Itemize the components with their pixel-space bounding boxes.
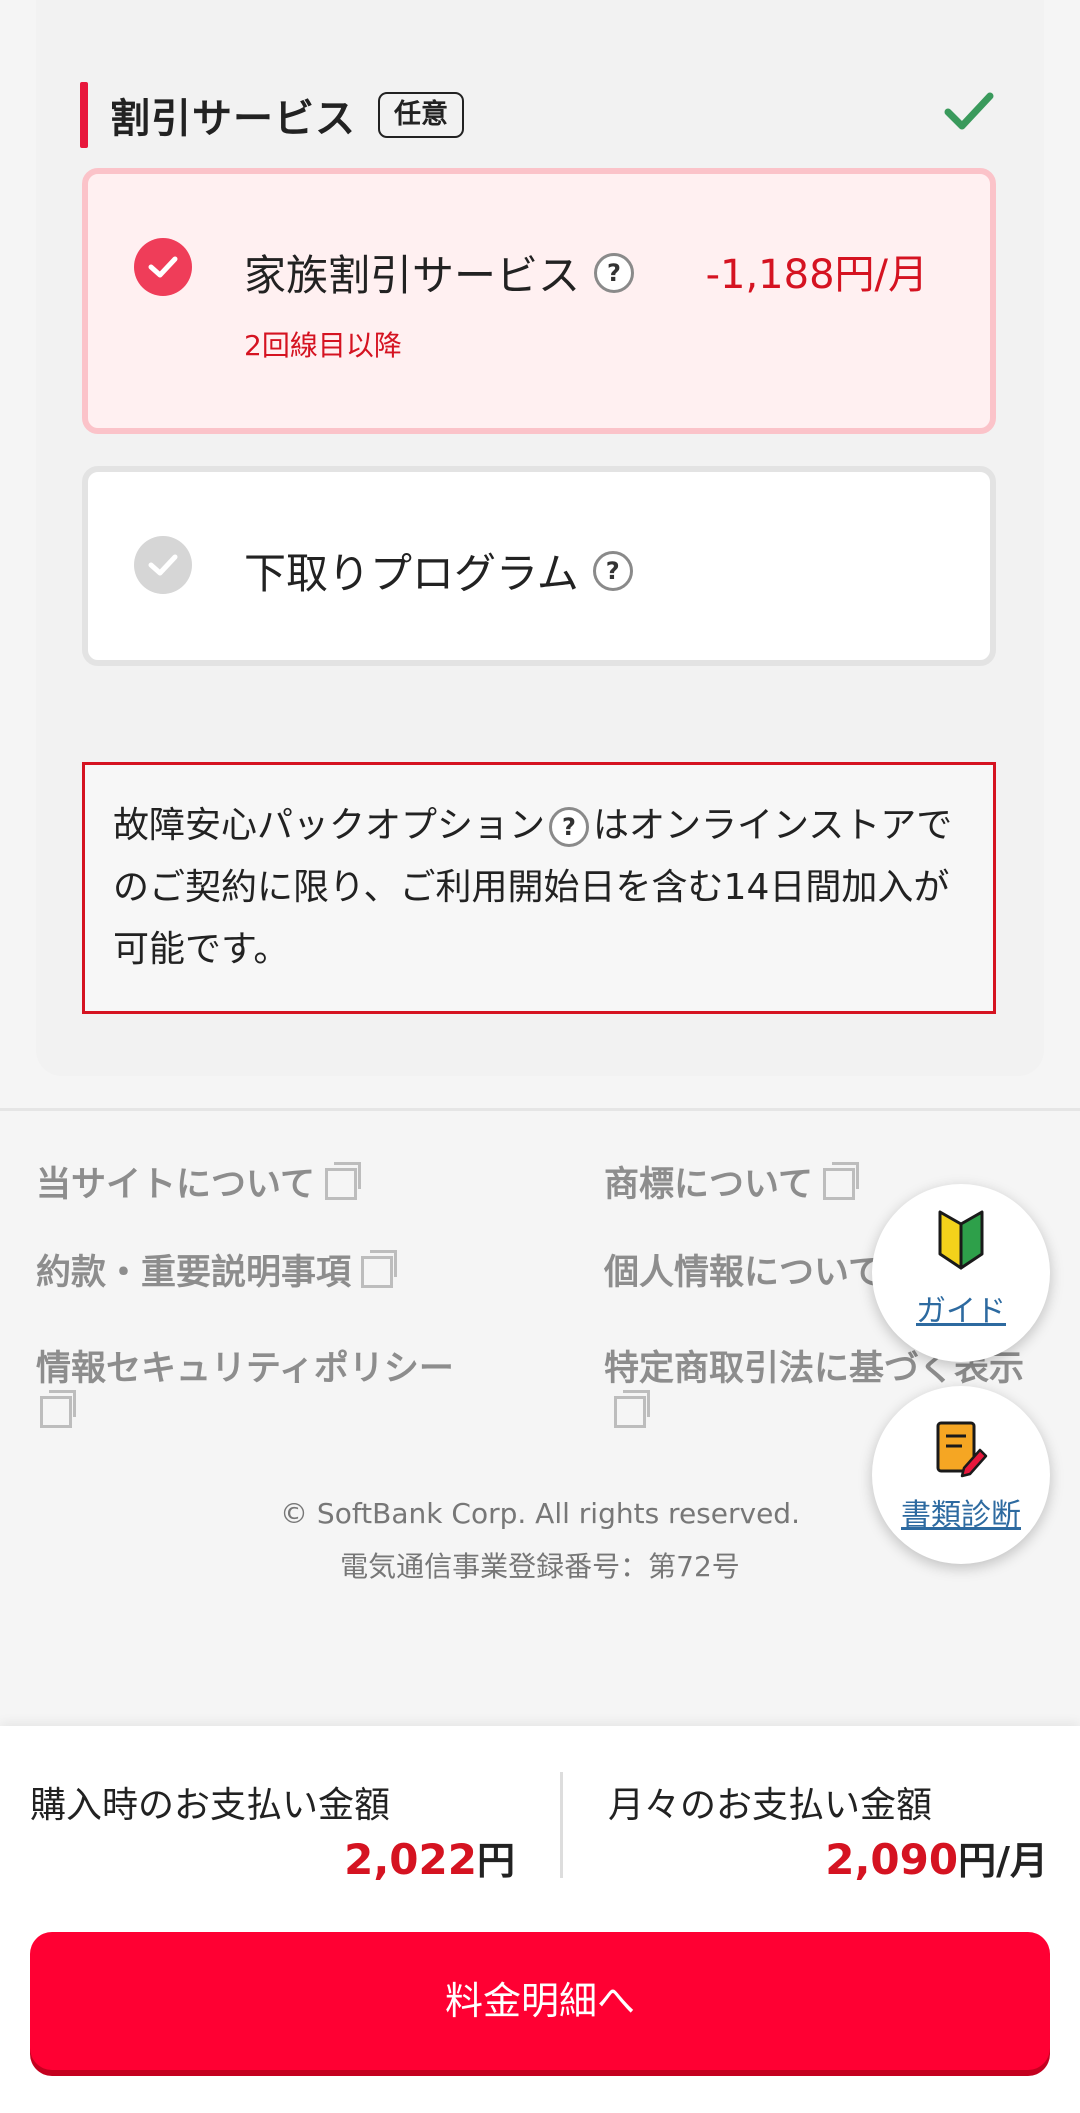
help-icon[interactable]: ?	[549, 807, 590, 847]
option-label: 下取りプログラム ?	[244, 540, 633, 601]
option-label: 家族割引サービス ?	[244, 242, 635, 303]
purchase-payment-label: 購入時のお支払い金額	[30, 1785, 391, 1826]
option-price: -1,188円/月	[705, 252, 928, 298]
footer-link-privacy[interactable]: 個人情報について	[604, 1251, 883, 1295]
completed-check-icon	[944, 92, 994, 130]
document-check-button[interactable]: 書類診断	[872, 1386, 1050, 1564]
unchecked-radio-icon[interactable]	[134, 536, 192, 594]
help-icon[interactable]: ?	[594, 252, 635, 293]
payment-divider	[560, 1772, 563, 1878]
external-link-icon	[324, 1162, 361, 1200]
optional-badge: 任意	[378, 91, 464, 139]
checked-radio-icon[interactable]	[134, 238, 192, 296]
notice-text-part1: 故障安心パックオプション	[113, 805, 546, 846]
option-note: 2回線目以降	[244, 329, 402, 362]
notice-box: 故障安心パックオプション? はオンラインストアでのご契約に限り、ご利用開始日を含む…	[82, 762, 996, 1014]
external-link-icon	[822, 1162, 859, 1200]
section-title: 割引サービス	[110, 96, 356, 142]
beginner-mark-icon	[938, 1210, 984, 1270]
footer-link-about-site[interactable]: 当サイトについて	[36, 1162, 361, 1207]
footer-link-trademarks[interactable]: 商標について	[604, 1162, 859, 1207]
purchase-payment-amount: 2,022円	[344, 1835, 515, 1884]
document-check-icon	[936, 1421, 988, 1478]
footer-link-security-policy[interactable]: 情報セキュリティポリシー	[36, 1347, 536, 1435]
external-link-icon	[40, 1390, 76, 1428]
help-icon[interactable]: ?	[592, 550, 633, 591]
option-label-text: 下取りプログラム	[244, 549, 579, 598]
payment-summary-bar: 購入時のお支払い金額 2,022円 月々のお支払い金額 2,090円/月 料金明…	[0, 1726, 1080, 2113]
option-trade-in[interactable]: 下取りプログラム ?	[82, 466, 996, 666]
option-family-discount[interactable]: 家族割引サービス ? -1,188円/月 2回線目以降	[82, 168, 996, 434]
section-accent-bar	[80, 82, 88, 148]
guide-label: ガイド	[916, 1294, 1006, 1329]
fee-details-button[interactable]: 料金明細へ	[30, 1932, 1050, 2070]
footer-link-terms[interactable]: 約款・重要説明事項	[36, 1250, 398, 1295]
guide-button[interactable]: ガイド	[872, 1184, 1050, 1362]
external-link-icon	[614, 1390, 650, 1428]
monthly-payment-amount: 2,090円/月	[825, 1835, 1048, 1884]
external-link-icon	[361, 1250, 398, 1288]
section-header: 割引サービス 任意	[80, 82, 464, 148]
monthly-payment-label: 月々のお支払い金額	[608, 1785, 933, 1826]
footer: 当サイトについて 商標について 約款・重要説明事項 個人情報について 情報セキュ…	[0, 1108, 1080, 1651]
option-label-text: 家族割引サービス	[244, 251, 581, 300]
document-check-label: 書類診断	[901, 1498, 1021, 1533]
